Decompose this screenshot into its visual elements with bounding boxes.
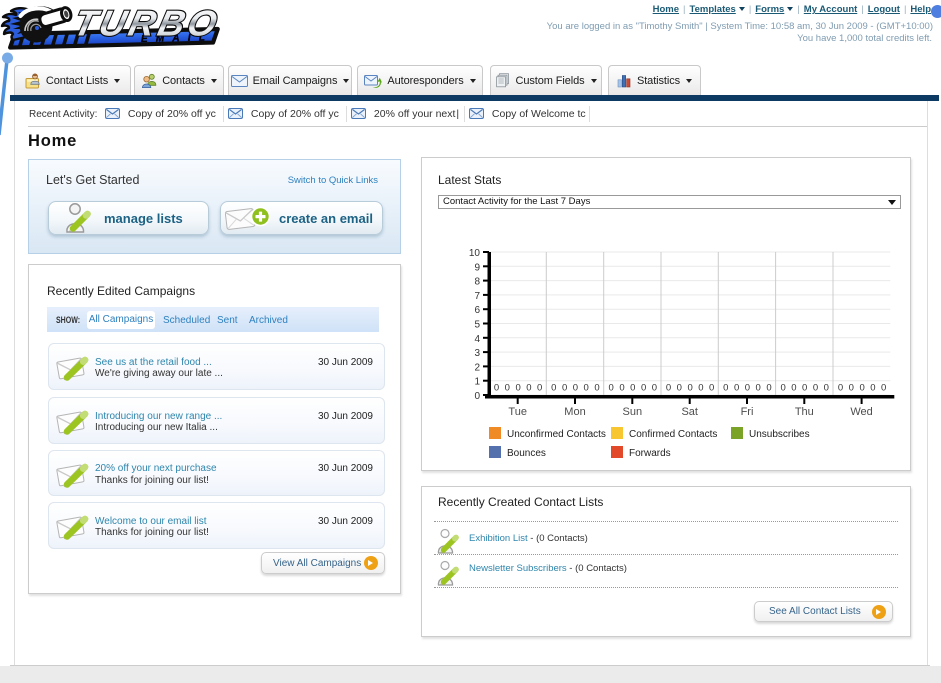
svg-text:1: 1	[474, 377, 480, 388]
svg-text:0: 0	[562, 383, 567, 394]
svg-text:0: 0	[474, 391, 480, 402]
svg-text:Wed: Wed	[850, 406, 872, 418]
svg-text:0: 0	[677, 383, 682, 394]
svg-text:0: 0	[698, 383, 703, 394]
svg-text:Thu: Thu	[795, 406, 814, 418]
svg-text:0: 0	[824, 383, 829, 394]
svg-text:Sat: Sat	[681, 406, 698, 418]
svg-text:0: 0	[641, 383, 646, 394]
svg-text:0: 0	[709, 383, 714, 394]
svg-text:4: 4	[474, 334, 480, 345]
svg-text:0: 0	[666, 383, 671, 394]
svg-text:Sun: Sun	[623, 406, 643, 418]
svg-text:0: 0	[619, 383, 624, 394]
svg-text:0: 0	[609, 383, 614, 394]
svg-text:0: 0	[594, 383, 599, 394]
svg-text:0: 0	[745, 383, 750, 394]
svg-text:6: 6	[474, 305, 480, 316]
svg-text:0: 0	[780, 383, 785, 394]
svg-text:7: 7	[474, 291, 480, 302]
svg-text:10: 10	[469, 248, 481, 259]
svg-text:9: 9	[474, 262, 480, 273]
svg-text:8: 8	[474, 277, 480, 288]
svg-text:0: 0	[802, 383, 807, 394]
svg-text:3: 3	[474, 348, 480, 359]
svg-text:Tue: Tue	[508, 406, 527, 418]
svg-text:5: 5	[474, 320, 480, 331]
svg-text:0: 0	[859, 383, 864, 394]
svg-text:0: 0	[526, 383, 531, 394]
svg-text:0: 0	[494, 383, 499, 394]
svg-text:0: 0	[870, 383, 875, 394]
svg-text:0: 0	[813, 383, 818, 394]
svg-text:0: 0	[756, 383, 761, 394]
svg-text:0: 0	[652, 383, 657, 394]
svg-text:0: 0	[881, 383, 886, 394]
svg-text:2: 2	[474, 362, 480, 373]
svg-text:Mon: Mon	[564, 406, 585, 418]
svg-text:Fri: Fri	[741, 406, 754, 418]
svg-text:0: 0	[791, 383, 796, 394]
svg-text:0: 0	[515, 383, 520, 394]
svg-text:0: 0	[573, 383, 578, 394]
svg-text:0: 0	[630, 383, 635, 394]
svg-text:0: 0	[551, 383, 556, 394]
svg-text:0: 0	[723, 383, 728, 394]
svg-text:0: 0	[849, 383, 854, 394]
svg-text:0: 0	[505, 383, 510, 394]
svg-text:0: 0	[687, 383, 692, 394]
svg-text:0: 0	[584, 383, 589, 394]
svg-text:0: 0	[838, 383, 843, 394]
svg-text:0: 0	[734, 383, 739, 394]
svg-text:0: 0	[766, 383, 771, 394]
svg-text:0: 0	[537, 383, 542, 394]
svg-text:TURBO: TURBO	[70, 3, 224, 43]
